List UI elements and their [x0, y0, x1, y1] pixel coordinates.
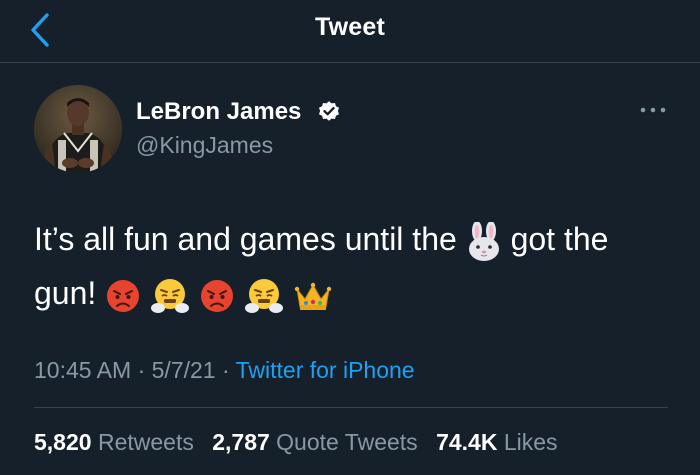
avatar[interactable]	[34, 85, 122, 173]
crown-emoji-icon	[293, 279, 333, 313]
more-options-icon[interactable]	[638, 100, 668, 120]
pouting-face-emoji-icon	[105, 278, 141, 314]
quote-tweets-count: 2,787	[212, 429, 270, 455]
face-with-steam-emoji-icon	[244, 277, 284, 315]
tweet-detail-screen: Tweet LeBron James @KingJames It’s all f…	[0, 0, 700, 475]
meta-separator: ·	[215, 357, 236, 383]
likes-count: 74.4K	[436, 429, 498, 455]
tweet-date: 5/7/21	[151, 357, 216, 383]
engagement-stats: 5,820 Retweets 2,787 Quote Tweets 74.4K …	[34, 428, 570, 456]
quote-tweets-stat[interactable]: 2,787 Quote Tweets	[212, 429, 417, 455]
pouting-face-emoji-icon	[199, 278, 235, 314]
author-handle[interactable]: @KingJames	[136, 131, 273, 159]
likes-label: Likes	[503, 429, 558, 455]
tweet-time: 10:45 AM	[34, 357, 132, 383]
quote-tweets-label: Quote Tweets	[276, 429, 418, 455]
avatar-photo	[34, 85, 122, 173]
tweet-meta: 10:45 AM · 5/7/21 · Twitter for iPhone	[34, 356, 415, 384]
tweet-text-part-1: It’s all fun and games until the	[34, 221, 466, 257]
divider	[34, 407, 668, 408]
meta-separator: ·	[131, 357, 152, 383]
retweets-label: Retweets	[97, 429, 194, 455]
face-with-steam-emoji-icon	[150, 277, 190, 315]
author-display-name[interactable]: LeBron James	[136, 98, 301, 126]
likes-stat[interactable]: 74.4K Likes	[436, 429, 557, 455]
nav-bar: Tweet	[0, 0, 700, 63]
tweet-text: It’s all fun and games until the got the…	[34, 212, 674, 320]
retweets-count: 5,820	[34, 429, 92, 455]
rabbit-face-emoji-icon	[466, 221, 502, 262]
page-title: Tweet	[315, 13, 385, 41]
retweets-stat[interactable]: 5,820 Retweets	[34, 429, 194, 455]
verified-badge-icon	[319, 101, 339, 121]
tweet-source-link[interactable]: Twitter for iPhone	[236, 357, 415, 383]
